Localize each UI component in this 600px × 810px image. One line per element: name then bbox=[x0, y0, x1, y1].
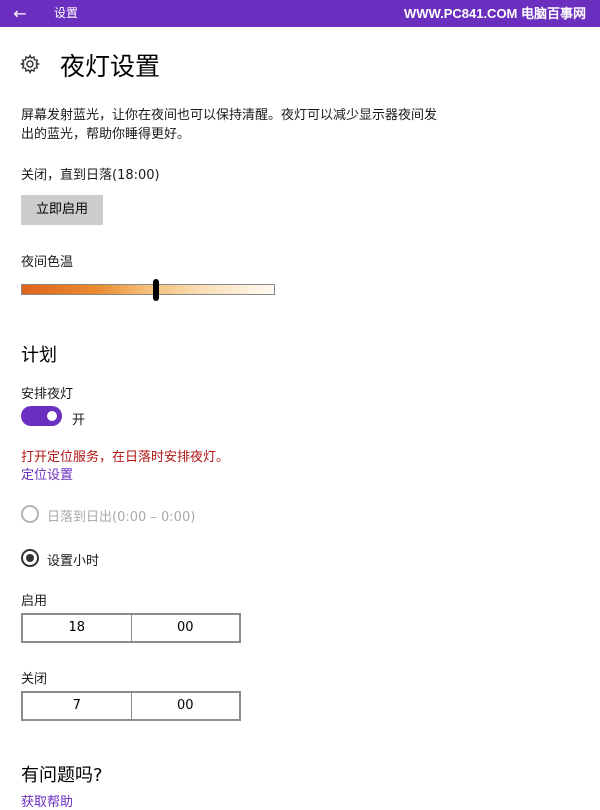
sunset-to-sunrise-radio[interactable] bbox=[21, 505, 39, 523]
title-bar: ← 设置 WWW.PC841.COM 电脑百事网 bbox=[0, 0, 600, 27]
enable-now-button[interactable]: 立即启用 bbox=[21, 195, 103, 225]
radio-selected-dot bbox=[26, 554, 34, 562]
status-text: 关闭，直到日落(18:00) bbox=[21, 168, 160, 183]
turn-off-label: 关闭 bbox=[21, 672, 48, 687]
turn-on-label: 启用 bbox=[21, 594, 48, 609]
toggle-knob bbox=[47, 411, 57, 421]
gear-icon bbox=[20, 54, 40, 74]
toggle-state-text: 开 bbox=[72, 413, 86, 428]
color-temperature-label: 夜间色温 bbox=[21, 255, 74, 270]
turn-on-hour[interactable]: 18 bbox=[23, 615, 131, 641]
turn-on-time-picker[interactable]: 18 00 bbox=[21, 613, 241, 643]
schedule-heading: 计划 bbox=[21, 345, 57, 366]
app-title: 设置 bbox=[54, 6, 79, 20]
help-heading: 有问题吗? bbox=[21, 765, 103, 786]
color-temperature-slider[interactable] bbox=[21, 284, 275, 295]
set-hours-label: 设置小时 bbox=[47, 554, 100, 569]
schedule-toggle[interactable] bbox=[21, 406, 62, 426]
location-settings-link[interactable]: 定位设置 bbox=[21, 464, 73, 483]
turn-off-time-picker[interactable]: 7 00 bbox=[21, 691, 241, 721]
slider-thumb[interactable] bbox=[153, 279, 159, 301]
turn-off-minute[interactable]: 00 bbox=[130, 693, 240, 719]
page-title: 夜灯设置 bbox=[60, 52, 161, 81]
sunset-to-sunrise-label: 日落到日出(0:00 – 0:00) bbox=[47, 510, 196, 525]
description-text: 屏幕发射蓝光，让你在夜间也可以保持清醒。夜灯可以减少显示器夜间发出的蓝光，帮助你… bbox=[21, 108, 438, 142]
location-warning-text: 打开定位服务，在日落时安排夜灯。 bbox=[21, 450, 230, 465]
schedule-night-light-label: 安排夜灯 bbox=[21, 387, 74, 402]
watermark-text: WWW.PC841.COM 电脑百事网 bbox=[403, 6, 586, 21]
turn-on-minute[interactable]: 00 bbox=[130, 615, 240, 641]
get-help-link[interactable]: 获取帮助 bbox=[21, 791, 73, 810]
set-hours-radio[interactable] bbox=[21, 549, 39, 567]
back-arrow-icon[interactable]: ← bbox=[0, 0, 40, 27]
turn-off-hour[interactable]: 7 bbox=[23, 693, 131, 719]
